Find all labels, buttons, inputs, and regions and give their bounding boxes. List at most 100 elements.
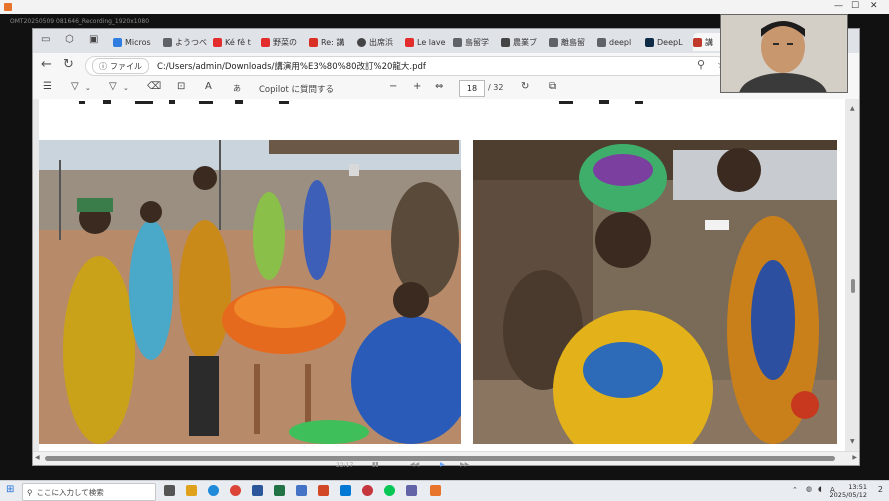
tab-label: deepl — [609, 37, 632, 47]
tab-label: Re: 講 — [321, 37, 345, 47]
pdf-page — [39, 99, 845, 451]
zoom-in-button[interactable]: + — [413, 81, 421, 92]
scroll-left-icon[interactable]: ◀ — [35, 454, 40, 461]
highlight-icon[interactable]: ▽ — [71, 81, 79, 92]
chevron-down-icon[interactable]: ⌄ — [123, 84, 129, 92]
edge-icon[interactable] — [208, 485, 219, 496]
tab-8[interactable]: 農業ブ — [501, 33, 545, 51]
contents-icon[interactable]: ☰ — [43, 81, 52, 92]
chevron-down-icon[interactable]: ⌄ — [85, 84, 91, 92]
deepl-icon — [645, 37, 654, 47]
scroll-down-icon[interactable]: ▼ — [850, 438, 855, 445]
cropped-heading — [79, 100, 643, 104]
eraser-icon[interactable]: ⌫ — [147, 81, 161, 92]
profile-icon[interactable]: ▭ — [41, 34, 50, 45]
excel-icon[interactable] — [274, 485, 285, 496]
market-photo-carrots — [39, 140, 461, 444]
tab-11[interactable]: DeepL — [645, 33, 689, 51]
line-icon[interactable] — [384, 485, 395, 496]
text-box-icon[interactable]: ⊡ — [177, 81, 185, 92]
rotate-icon[interactable]: ↻ — [521, 81, 529, 92]
page-view-icon[interactable]: ⧉ — [549, 81, 556, 92]
search-placeholder: ここに入力して検索 — [36, 487, 104, 497]
tab-2[interactable]: Ké fê t — [213, 33, 257, 51]
recorder-taskbar-icon[interactable] — [430, 485, 441, 496]
tab-6[interactable]: Le lave — [405, 33, 449, 51]
market-photo-vendor-image — [473, 140, 837, 444]
globe-icon — [357, 37, 366, 47]
gmail-icon — [309, 37, 318, 47]
tab-3[interactable]: 野菜の — [261, 33, 305, 51]
tab-label: Ké fê t — [225, 37, 251, 47]
vertical-scroll-thumb[interactable] — [851, 279, 855, 293]
forward-icon[interactable]: ▶▶ — [460, 461, 469, 468]
tab-1[interactable]: ようつべ — [163, 33, 209, 51]
refresh-icon[interactable]: ↻ — [63, 57, 74, 72]
chrome-icon[interactable] — [230, 485, 241, 496]
zoom-icon[interactable]: ⚲ — [697, 58, 705, 71]
windows-taskbar: ⊞ ⚲ ここに入力して検索 ⌃ ◍ ◖ A 13:51 2025/05/12 2 — [0, 480, 889, 501]
notification-badge[interactable]: 2 — [878, 485, 883, 494]
taskbar-search-box[interactable]: ⚲ ここに入力して検索 — [22, 483, 156, 501]
notion-icon — [501, 37, 510, 47]
tab-label: 出席浜 — [369, 37, 393, 47]
network-icon[interactable]: ◍ — [806, 485, 812, 493]
back-icon[interactable]: ← — [41, 57, 52, 72]
url-path: C:/Users/admin/Downloads/講演用%E3%80%80改訂%… — [157, 62, 426, 72]
tab-0[interactable]: Micros — [113, 33, 159, 51]
read-aloud-icon[interactable]: A — [205, 81, 212, 92]
market-photo-vendor — [473, 140, 837, 444]
translate-icon[interactable]: あ — [233, 83, 241, 94]
windows-start-icon[interactable]: ⊞ — [6, 484, 14, 495]
tab-10[interactable]: deepl — [597, 33, 641, 51]
search-icon — [549, 37, 558, 47]
mail-icon[interactable] — [340, 485, 351, 496]
scroll-up-icon[interactable]: ▲ — [850, 105, 855, 112]
tab-label: DeepL — [657, 37, 683, 47]
search-icon — [453, 37, 462, 47]
recorder-app-icon — [4, 3, 12, 11]
teams-icon[interactable] — [406, 485, 417, 496]
tab-4[interactable]: Re: 講 — [309, 33, 353, 51]
task-view-icon[interactable] — [164, 485, 175, 496]
pdf-viewer: ▲ ▼ — [33, 99, 859, 451]
copilot-button[interactable]: Copilot に質問する — [259, 83, 334, 95]
powerpoint-icon[interactable] — [318, 485, 329, 496]
scroll-right-icon[interactable]: ▶ — [852, 454, 857, 461]
youtube-icon — [213, 37, 222, 47]
play-icon[interactable]: ▶ — [440, 461, 445, 468]
page-number-input[interactable]: 18 — [459, 80, 485, 97]
playback-time: 22:17 — [336, 462, 354, 469]
outlook-icon[interactable] — [296, 485, 307, 496]
maximize-button[interactable]: ☐ — [851, 1, 859, 11]
close-button[interactable]: ✕ — [870, 1, 878, 11]
draw-icon[interactable]: ▽ — [109, 81, 117, 92]
search-icon — [163, 37, 172, 47]
tab-5[interactable]: 出席浜 — [357, 33, 401, 51]
file-scheme-badge[interactable]: ⓘ ファイル — [92, 58, 149, 74]
floating-action-icon[interactable] — [791, 391, 819, 419]
address-bar[interactable]: ⓘ ファイル C:/Users/admin/Downloads/講演用%E3%80… — [85, 56, 727, 76]
tab-9[interactable]: 離島留 — [549, 33, 593, 51]
pause-icon[interactable]: ▮▮ — [372, 461, 379, 468]
vertical-scrollbar[interactable]: ▲ ▼ — [849, 101, 857, 449]
fit-width-icon[interactable]: ⇔ — [435, 81, 443, 92]
tab-label: Micros — [125, 37, 151, 47]
tray-chevron-up-icon[interactable]: ⌃ — [792, 486, 798, 494]
zoom-out-button[interactable]: − — [389, 81, 397, 92]
word-icon[interactable] — [252, 485, 263, 496]
tab-label: 野菜の — [273, 37, 297, 47]
minimize-button[interactable]: — — [834, 1, 843, 11]
tab-7[interactable]: 島留学 — [453, 33, 497, 51]
rewind-icon[interactable]: ◀◀ — [410, 461, 419, 468]
file-explorer-icon[interactable] — [186, 485, 197, 496]
playback-controls: 22:17 ▮▮ ◀◀ ▶ ▶▶ — [300, 460, 540, 472]
tab-actions-icon[interactable]: ▣ — [89, 34, 98, 45]
volume-icon[interactable]: ◖ — [818, 485, 822, 493]
tab-label: ようつべ — [175, 37, 207, 47]
recording-filename: OMT20250509 081646_Recording_1920x1080 — [10, 18, 150, 25]
taskbar-clock[interactable]: 13:51 2025/05/12 — [830, 483, 867, 499]
tab-label: 農業ブ — [513, 37, 537, 47]
workspaces-icon[interactable]: ⬡ — [65, 34, 74, 45]
app-icon[interactable] — [362, 485, 373, 496]
